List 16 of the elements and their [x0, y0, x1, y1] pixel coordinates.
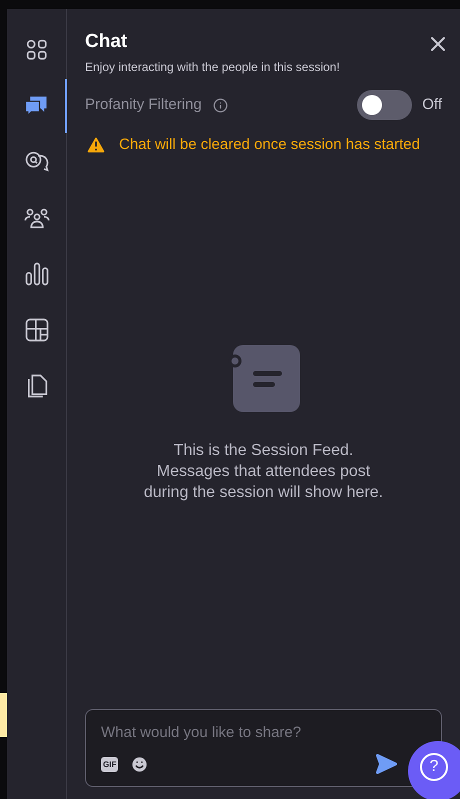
panel-title: Chat	[85, 30, 128, 54]
edge-marker	[0, 693, 7, 737]
empty-feed-text: Messages that attendees post	[156, 462, 370, 482]
layout-grid-icon	[23, 316, 51, 344]
setting-label: Profanity Filtering	[85, 94, 202, 115]
empty-feed-text: during the session will show here.	[144, 483, 384, 503]
send-icon[interactable]	[374, 752, 398, 776]
gif-button[interactable]: GIF	[101, 756, 118, 772]
panel-subtitle: Enjoy interacting with the people in this session!	[85, 59, 340, 76]
warning-text: Chat will be cleared once session has started	[119, 135, 420, 155]
empty-feed-text: This is the Session Feed.	[174, 441, 354, 461]
toggle-state: Off	[422, 94, 442, 115]
emoji-icon[interactable]	[130, 754, 150, 774]
bar-chart-icon	[23, 260, 51, 288]
toggle-switch[interactable]	[357, 90, 412, 120]
info-icon	[212, 98, 228, 112]
